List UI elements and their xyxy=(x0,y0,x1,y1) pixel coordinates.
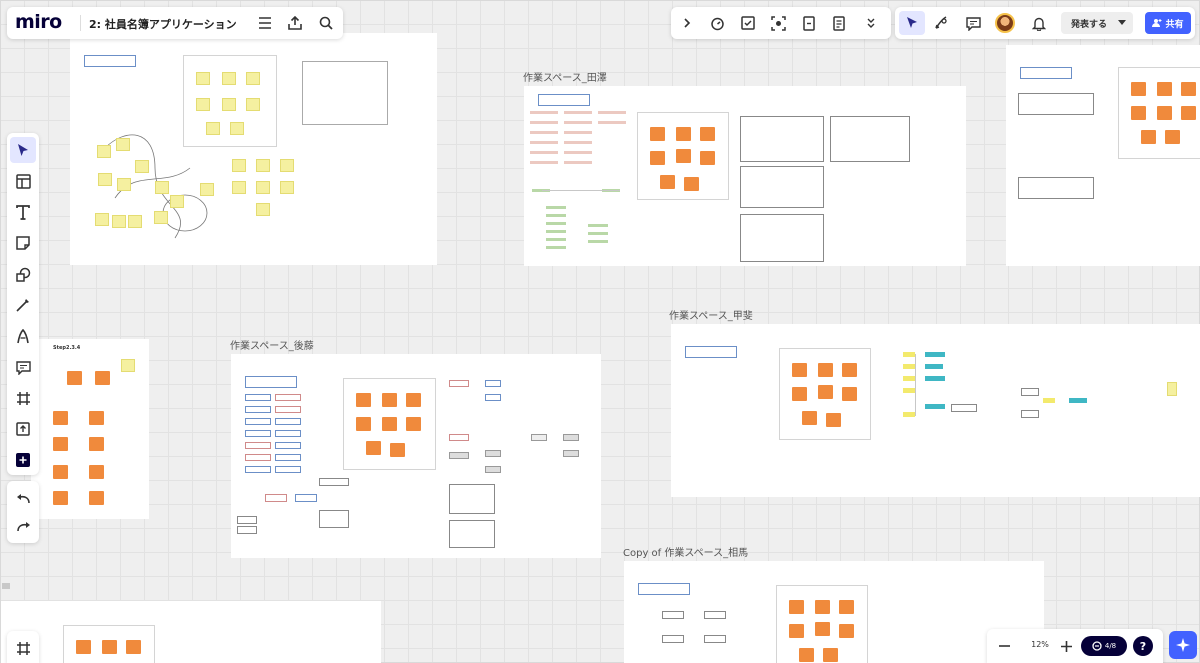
board-frame-bottom-right[interactable] xyxy=(624,561,1044,663)
top-right-collab-panel: 発表する 共有 xyxy=(895,7,1195,39)
timer-icon[interactable] xyxy=(707,13,727,33)
frame-title-bottom-left[interactable]: 作業スペース_後藤 xyxy=(230,337,314,352)
table-block xyxy=(302,61,388,125)
frame-title-left-small: Step2.3.4 xyxy=(53,345,81,351)
undo-icon[interactable] xyxy=(10,485,36,511)
undo-redo-panel xyxy=(7,481,39,543)
share-label: 共有 xyxy=(1165,19,1184,30)
handle-icon[interactable] xyxy=(2,583,12,593)
zoom-in-icon[interactable] xyxy=(1057,637,1075,655)
frames-panel-button xyxy=(7,631,39,663)
share-user-icon xyxy=(1152,19,1162,27)
zoom-panel: 12% 4/8 ? xyxy=(987,629,1163,663)
help-label: ? xyxy=(1139,639,1147,653)
search-icon[interactable] xyxy=(316,13,336,33)
help-button[interactable]: ? xyxy=(1133,636,1153,656)
screen-capture-icon[interactable] xyxy=(768,13,788,33)
reactions-icon[interactable] xyxy=(931,13,951,33)
avatar[interactable] xyxy=(995,13,1015,33)
upload-icon[interactable] xyxy=(10,416,36,442)
assist-button[interactable] xyxy=(1169,631,1197,659)
comment-icon[interactable] xyxy=(10,354,36,380)
divider xyxy=(80,15,81,31)
sticky-note-icon[interactable] xyxy=(10,230,36,256)
cursor-follow-icon[interactable] xyxy=(899,11,925,35)
expand-icon[interactable] xyxy=(677,13,697,33)
more-icon[interactable] xyxy=(861,13,881,33)
templates-icon[interactable] xyxy=(10,168,36,194)
present-label: 発表する xyxy=(1071,19,1108,30)
zoom-level[interactable]: 12% xyxy=(1023,640,1057,649)
board-frame-bottom-left-2[interactable] xyxy=(1,601,381,663)
top-left-panel: miro 2: 社員名簿アプリケーション xyxy=(7,7,343,39)
voting-icon[interactable] xyxy=(738,13,758,33)
top-right-tools-panel xyxy=(671,7,891,39)
cards-icon[interactable] xyxy=(799,13,819,33)
pen-icon[interactable] xyxy=(10,292,36,318)
pages-icon xyxy=(1092,641,1102,651)
shapes-icon[interactable] xyxy=(10,261,36,287)
board-frame-bottom-left[interactable] xyxy=(231,354,601,558)
redo-icon[interactable] xyxy=(10,513,36,539)
more-apps-icon[interactable] xyxy=(10,447,36,473)
zoom-out-icon[interactable] xyxy=(995,637,1013,655)
left-toolbar xyxy=(7,133,39,475)
frame-title-bottom-right[interactable]: Copy of 作業スペース_相馬 xyxy=(623,544,748,559)
frame-title-mid-right[interactable]: 作業スペース_甲斐 xyxy=(669,307,753,322)
frame-title-top-center[interactable]: 作業スペース_田澤 xyxy=(523,69,607,84)
comment-pen-icon[interactable] xyxy=(10,323,36,349)
pages-label: 4/8 xyxy=(1104,642,1117,650)
frame-icon[interactable] xyxy=(10,385,36,411)
present-button[interactable]: 発表する xyxy=(1061,12,1133,34)
text-icon[interactable] xyxy=(10,199,36,225)
board-frame-left-small[interactable]: Step2.3.4 xyxy=(31,339,149,519)
frame-label-box xyxy=(84,55,136,67)
board-frame-top-left[interactable] xyxy=(70,33,437,265)
board-frame-mid-right[interactable] xyxy=(671,324,1200,497)
doc-icon[interactable] xyxy=(829,13,849,33)
board-frame-top-right[interactable] xyxy=(1006,45,1200,266)
export-icon[interactable] xyxy=(285,13,305,33)
chat-icon[interactable] xyxy=(963,13,983,33)
share-button[interactable]: 共有 xyxy=(1145,12,1191,34)
menu-icon[interactable] xyxy=(255,13,275,33)
select-icon[interactable] xyxy=(10,137,36,163)
sparkle-icon xyxy=(1176,638,1190,652)
pages-indicator[interactable]: 4/8 xyxy=(1081,636,1127,656)
chevron-down-icon[interactable] xyxy=(1115,16,1129,30)
board-title[interactable]: 2: 社員名簿アプリケーション xyxy=(89,16,237,32)
miro-logo[interactable]: miro xyxy=(15,11,62,33)
bell-icon[interactable] xyxy=(1029,13,1049,33)
frames-list-icon[interactable] xyxy=(10,635,36,661)
board-frame-top-center[interactable] xyxy=(524,86,966,266)
